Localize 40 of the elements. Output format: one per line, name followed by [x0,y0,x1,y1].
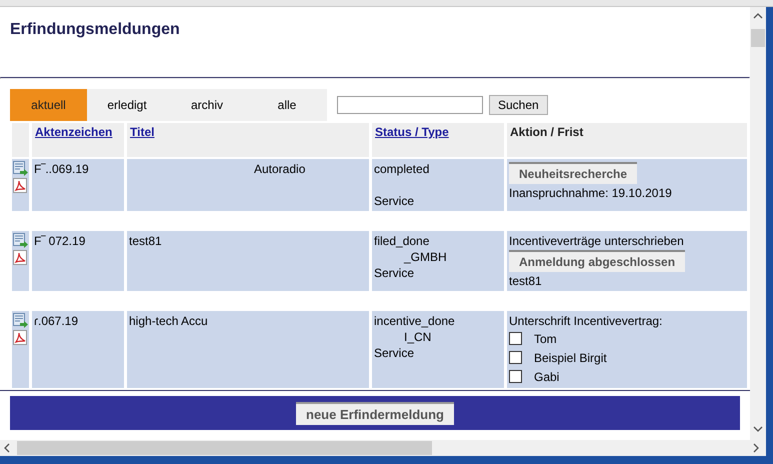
owner-text: _GMBH [404,250,447,264]
pdf-icon[interactable] [13,250,27,265]
new-report-button[interactable]: neue Erfindermeldung [296,402,454,424]
search-button[interactable]: Suchen [489,95,548,115]
action-text: Incentiveverträge unterschrieben [509,234,684,248]
horizontal-scrollbar[interactable] [0,440,766,456]
invention-title: high-tech Accu [129,314,208,328]
checkbox[interactable] [509,351,522,364]
page-title: Erfindungsmeldungen [10,21,181,40]
action-button[interactable]: Neuheitsrecherche [509,162,638,184]
signer-name: Gabi [533,368,560,384]
tab[interactable]: aktuell [10,89,87,121]
action-text: test81 [509,274,542,288]
type-text: Service [374,266,414,280]
scrollbar-thumb[interactable] [17,441,432,455]
status-text: completed [374,162,430,176]
action-text: Inanspruchnahme: 19.10.2019 [509,186,672,200]
action-button[interactable]: Anmeldung abgeschlossen [509,250,686,272]
file-number: F‾..069.19 [34,162,89,176]
type-text: Service [374,346,414,360]
action-text: Unterschrift Incentivevertrag: [509,314,662,328]
invention-title: Autoradio [254,161,306,177]
owner-text: I_CN [404,330,432,344]
column-header: Aktion / Frist [510,125,584,139]
type-text: Service [374,194,414,208]
file-number: ɾ.067.19 [34,314,78,328]
checkbox[interactable] [509,332,522,345]
signer-name: Beispiel Birgit [533,350,607,366]
pdf-icon[interactable] [13,178,27,193]
invention-title: test81 [129,234,162,248]
scrollbar-thumb[interactable] [751,29,765,47]
checkbox[interactable] [509,370,522,383]
column-header-link[interactable]: Titel [130,125,154,139]
status-text: filed_done [374,234,430,248]
signer-name: Tom [533,330,557,346]
pdf-icon[interactable] [13,330,27,345]
status-text: incentive_done [374,314,455,328]
file-number: F‾ 072.19 [34,234,86,248]
vertical-scrollbar[interactable] [750,7,766,440]
search-field[interactable] [337,96,483,114]
